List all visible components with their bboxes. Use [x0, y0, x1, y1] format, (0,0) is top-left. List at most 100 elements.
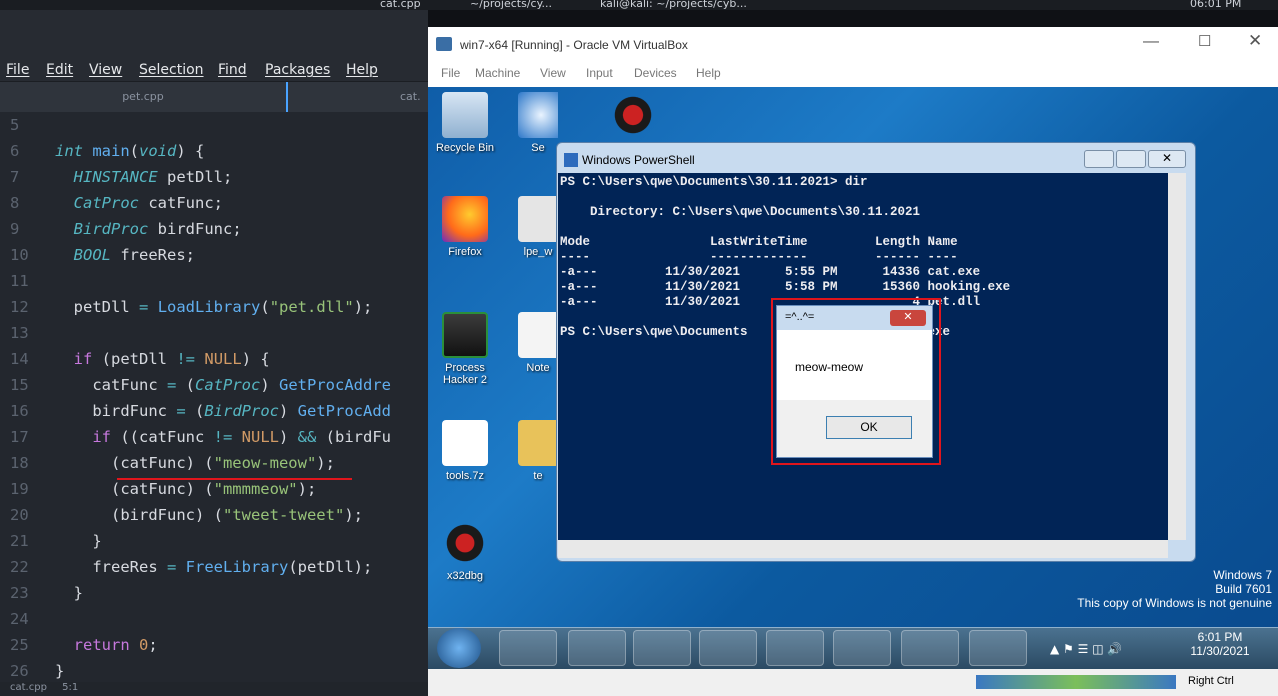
- desktop-icon-label: Process Hacker 2: [442, 362, 488, 386]
- console-line: Directory: C:\Users\qwe\Documents\30.11.…: [560, 205, 921, 219]
- menu-packages[interactable]: Packages: [265, 62, 330, 78]
- vbox-menu-machine[interactable]: Machine: [475, 66, 520, 80]
- vbox-menu-devices[interactable]: Devices: [634, 66, 677, 80]
- vbox-status-icons[interactable]: [976, 675, 1176, 689]
- menu-file[interactable]: File: [6, 62, 29, 78]
- desktop-icon-firefox[interactable]: Firefox: [430, 196, 500, 258]
- line-number: 21: [10, 532, 29, 550]
- ps-vertical-scrollbar[interactable]: [1168, 173, 1186, 540]
- desktop-icon-label: Se: [531, 142, 545, 154]
- code-line[interactable]: CatProc catFunc;: [55, 194, 223, 212]
- vbox-titlebar: win7-x64 [Running] - Oracle VM VirtualBo…: [428, 27, 1278, 61]
- process-hacker-icon: [442, 312, 488, 358]
- menu-view[interactable]: View: [89, 62, 122, 78]
- line-number: 13: [10, 324, 29, 342]
- vbox-menu-view[interactable]: View: [540, 66, 566, 80]
- code-line[interactable]: int main(void) {: [55, 142, 204, 160]
- gear-icon: [518, 196, 558, 242]
- powershell-icon: [564, 153, 578, 167]
- code-line[interactable]: birdFunc = (BirdProc) GetProcAdd: [55, 402, 391, 420]
- topbar-path-2[interactable]: kali@kali: ~/projects/cyb...: [600, 0, 747, 10]
- desktop-icon-se[interactable]: Se: [518, 92, 558, 154]
- powershell-titlebar: Windows PowerShell ✕: [562, 150, 1190, 172]
- code-area[interactable]: 5 6 int main(void) {7 HINSTANCE petDll; 8 C…: [0, 112, 428, 682]
- desktop-icon-lpe-w[interactable]: lpe_w: [518, 196, 558, 258]
- maximize-icon[interactable]: ☐: [1198, 32, 1211, 50]
- vbox-menu-file[interactable]: File: [441, 66, 460, 80]
- console-line: PS C:\Users\qwe\Documents\30.11.2021> di…: [560, 175, 868, 189]
- tab-pet-cpp[interactable]: pet.cpp: [0, 82, 288, 112]
- code-line[interactable]: (catFunc) ("meow-meow");: [55, 454, 335, 472]
- firefox-icon: [442, 196, 488, 242]
- tray-clock[interactable]: 6:01 PM 11/30/2021: [1190, 630, 1250, 658]
- taskbar-cmd-icon[interactable]: [699, 630, 757, 666]
- desktop-icon-label: tools.7z: [446, 470, 484, 482]
- desktop-icon-te[interactable]: te: [518, 420, 558, 482]
- desktop-icon-x32dbg[interactable]: x32dbg: [430, 520, 500, 582]
- code-line[interactable]: (catFunc) ("mmmmeow");: [55, 480, 316, 498]
- tray-icons[interactable]: ▲ ⚑ ☰ ◫ 🔊: [1050, 642, 1122, 656]
- line-number: 17: [10, 428, 29, 446]
- watermark-line-2: Build 7601: [1215, 582, 1272, 596]
- taskbar-chili-icon[interactable]: [833, 630, 891, 666]
- tab-cat-cpp[interactable]: cat.: [400, 82, 428, 112]
- red-underline-annotation: [117, 478, 352, 480]
- line-number: 12: [10, 298, 29, 316]
- code-line[interactable]: if ((catFunc != NULL) && (birdFu: [55, 428, 391, 446]
- taskbar-firefox-icon[interactable]: [766, 630, 824, 666]
- code-line[interactable]: BOOL freeRes;: [55, 246, 195, 264]
- bug-64-icon[interactable]: [610, 92, 656, 138]
- desktop-icon-tools-7z[interactable]: tools.7z: [430, 420, 500, 482]
- editor-status-bar: cat.cpp 5:1: [0, 682, 428, 696]
- topbar-tab-label[interactable]: cat.cpp: [380, 0, 421, 10]
- watermark-line-3: This copy of Windows is not genuine: [1077, 596, 1272, 610]
- console-line: ---- ------------- ------ ----: [560, 250, 958, 264]
- desktop-icon-recycle-bin[interactable]: Recycle Bin: [430, 92, 500, 154]
- ps-horizontal-scrollbar[interactable]: [558, 540, 1168, 558]
- code-line[interactable]: freeRes = FreeLibrary(petDll);: [55, 558, 372, 576]
- taskbar-app-icon[interactable]: [969, 630, 1027, 666]
- ps-minimize-button[interactable]: [1084, 150, 1114, 168]
- tray-date: 11/30/2021: [1190, 644, 1250, 658]
- code-line[interactable]: }: [55, 662, 64, 680]
- status-cursor-position[interactable]: 5:1: [62, 682, 78, 693]
- line-number: 9: [10, 220, 20, 238]
- line-number: 7: [10, 168, 20, 186]
- watermark-line-1: Windows 7: [1213, 568, 1272, 582]
- taskbar-media-icon[interactable]: [633, 630, 691, 666]
- red-highlight-annotation: [771, 298, 941, 465]
- code-line[interactable]: }: [55, 532, 101, 550]
- menu-help[interactable]: Help: [346, 62, 378, 78]
- code-line[interactable]: petDll = LoadLibrary("pet.dll");: [55, 298, 373, 316]
- desktop-icon-label: Recycle Bin: [435, 142, 495, 154]
- line-number: 22: [10, 558, 29, 576]
- start-button[interactable]: [437, 628, 481, 668]
- menu-find[interactable]: Find: [218, 62, 247, 78]
- close-icon[interactable]: ✕: [1248, 31, 1262, 51]
- taskbar-explorer-icon[interactable]: [568, 630, 626, 666]
- menu-edit[interactable]: Edit: [46, 62, 73, 78]
- vbox-menu-input[interactable]: Input: [586, 66, 613, 80]
- ps-close-icon[interactable]: ✕: [1148, 150, 1186, 168]
- taskbar-powershell-icon[interactable]: [901, 630, 959, 666]
- topbar-path-1[interactable]: ~/projects/cy...: [470, 0, 552, 10]
- editor-tabs: pet.cpp cat.: [0, 82, 428, 112]
- line-number: 18: [10, 454, 29, 472]
- code-line[interactable]: BirdProc birdFunc;: [55, 220, 242, 238]
- code-line[interactable]: return 0;: [55, 636, 158, 654]
- code-line[interactable]: (birdFunc) ("tweet-tweet");: [55, 506, 363, 524]
- code-line[interactable]: catFunc = (CatProc) GetProcAddre: [55, 376, 391, 394]
- code-line[interactable]: }: [55, 584, 83, 602]
- desktop-icon-process-hacker[interactable]: Process Hacker 2: [430, 312, 500, 386]
- desktop-icon-note[interactable]: Note: [518, 312, 558, 374]
- code-line[interactable]: HINSTANCE petDll;: [55, 168, 233, 186]
- code-line[interactable]: if (petDll != NULL) {: [55, 350, 270, 368]
- taskbar-ie-icon[interactable]: [499, 630, 557, 666]
- status-file[interactable]: cat.cpp: [10, 682, 47, 693]
- ps-maximize-button[interactable]: [1116, 150, 1146, 168]
- menu-selection[interactable]: Selection: [139, 62, 204, 78]
- line-number: 20: [10, 506, 29, 524]
- safari-icon: [518, 92, 558, 138]
- vbox-menu-help[interactable]: Help: [696, 66, 721, 80]
- minimize-icon[interactable]: —: [1143, 33, 1159, 51]
